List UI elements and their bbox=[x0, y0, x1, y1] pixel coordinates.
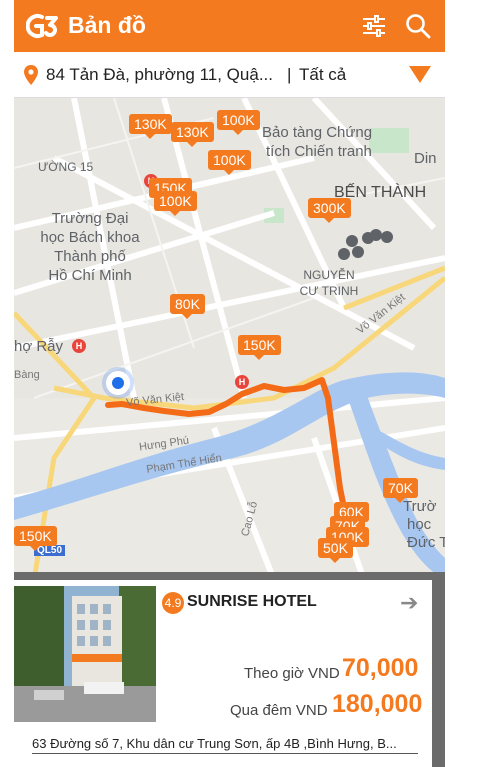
rating-badge: 4.9 bbox=[162, 592, 184, 614]
hourly-price-label: Theo giờ VND bbox=[244, 665, 340, 682]
map-label-bk-4: Hồ Chí Minh bbox=[48, 267, 132, 284]
price-marker[interactable]: 150K bbox=[14, 526, 57, 551]
my-location-icon[interactable] bbox=[106, 371, 130, 395]
map-label-school-2: học bbox=[407, 516, 432, 533]
search-icon[interactable] bbox=[402, 10, 434, 42]
app-logo-icon[interactable] bbox=[26, 12, 60, 40]
map-label-bk-3: Thành phố bbox=[54, 248, 126, 265]
overnight-price-label: Qua đêm VND bbox=[230, 702, 328, 719]
price-marker[interactable]: 100K bbox=[217, 110, 260, 135]
map-label-school-3: Đức T bbox=[407, 534, 445, 551]
map-label-bk-2: học Bách khoa bbox=[40, 229, 140, 246]
page-title: Bản đồ bbox=[68, 12, 146, 38]
price-marker[interactable]: 100K bbox=[208, 150, 251, 175]
map-label-din: Din bbox=[414, 150, 437, 167]
map-view[interactable]: ƯỜNG 15 Trường Đại học Bách khoa Thành p… bbox=[14, 98, 445, 580]
map-label-cho-ray: hợ Rẫy bbox=[14, 338, 64, 355]
street-label-bang: Bàng bbox=[14, 369, 40, 381]
arrow-right-icon[interactable]: ➔ bbox=[400, 590, 418, 616]
app-frame: Bản đồ 84 Tản Đà, phường 11, Quậ... | Tấ… bbox=[14, 0, 445, 767]
price-marker[interactable]: 150K bbox=[238, 335, 281, 360]
price-marker[interactable]: 300K bbox=[308, 198, 351, 223]
filter-sliders-icon[interactable] bbox=[358, 10, 390, 42]
hospital-marker-icon[interactable]: H bbox=[72, 339, 86, 353]
overnight-price: 180,000 bbox=[332, 690, 423, 718]
map-label-bk-1: Trường Đại bbox=[51, 210, 129, 227]
separator: | bbox=[287, 65, 292, 84]
category-select[interactable]: Tất cả bbox=[299, 65, 346, 85]
price-marker[interactable]: 70K bbox=[383, 478, 418, 503]
hotel-name[interactable]: SUNRISE HOTEL bbox=[187, 593, 317, 611]
location-pin-icon bbox=[24, 65, 38, 85]
price-marker[interactable]: 130K bbox=[171, 122, 214, 147]
map-label-school-1: Trườ bbox=[403, 498, 437, 515]
hotel-address[interactable]: 63 Đường số 7, Khu dân cư Trung Sơn, ấp … bbox=[32, 736, 418, 754]
price-marker[interactable]: 130K bbox=[129, 114, 172, 139]
price-marker[interactable]: 80K bbox=[170, 294, 205, 319]
hotel-photo[interactable] bbox=[14, 586, 156, 722]
hourly-price: 70,000 bbox=[342, 654, 419, 682]
price-marker[interactable]: 100K bbox=[154, 191, 197, 216]
dropdown-arrow-icon[interactable] bbox=[409, 66, 431, 83]
map-label-nct-2: CƯ TRINH bbox=[299, 284, 359, 298]
hotel-card[interactable]: 4.9 SUNRISE HOTEL ➔ Theo giờ VND 70,000 … bbox=[14, 580, 432, 767]
address-filter-bar[interactable]: 84 Tản Đà, phường 11, Quậ... | Tất cả bbox=[14, 52, 445, 98]
map-label-ward15: ƯỜNG 15 bbox=[38, 160, 94, 174]
map-label-museum-1: Bảo tàng Chứng bbox=[262, 124, 373, 141]
price-marker[interactable]: 50K bbox=[318, 538, 353, 563]
map-label-museum-2: tích Chiến tranh bbox=[266, 143, 372, 160]
current-address[interactable]: 84 Tản Đà, phường 11, Quậ... bbox=[46, 65, 273, 85]
app-header: Bản đồ bbox=[14, 0, 445, 52]
hospital-marker-icon[interactable]: H bbox=[235, 375, 249, 389]
